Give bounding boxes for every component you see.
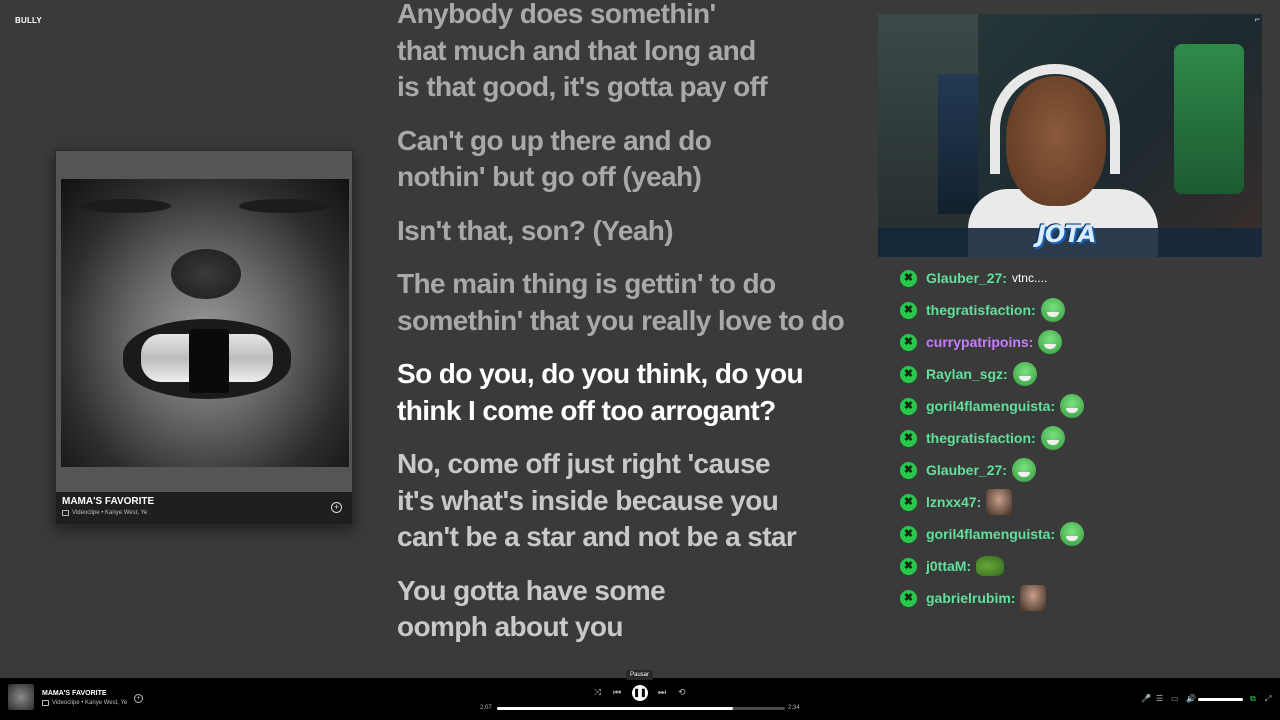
chat-username[interactable]: gabrielrubim: [926,590,1015,606]
chat-username[interactable]: goril4flamenguista: [926,398,1055,414]
subscriber-badge-icon: ✖ [900,269,917,287]
chat-message: ✖ gabrielrubim: [900,582,1270,614]
lyrics-mic-icon[interactable]: 🎤 [1141,694,1151,703]
chat-username[interactable]: Raylan_sgz: [926,366,1008,382]
chat-panel: ✖ Glauber_27: vtnc.... ✖ thegratisfaction: ✖ c… [900,262,1270,614]
chat-username[interactable]: Glauber_27: [926,462,1007,478]
lyric-line[interactable]: You gotta have some oomph about you [397,573,877,646]
emote-face-icon [1020,585,1047,611]
subscriber-badge-icon: ✖ [900,525,917,543]
progress-bar[interactable] [497,707,785,710]
subscriber-badge-icon: ✖ [900,365,917,383]
miniplayer-icon[interactable]: ⧉ [1250,694,1256,704]
subscriber-badge-icon: ✖ [900,429,917,447]
chat-message: ✖ thegratisfaction: [900,294,1270,326]
shuffle-icon[interactable]: ⤨ [594,687,601,698]
chat-message: ✖ lznxx47: [900,486,1270,518]
album-art-eye-right [239,199,329,213]
headphones-icon [990,64,1120,174]
emote-frog-icon [976,556,1005,576]
subscriber-badge-icon: ✖ [900,557,917,575]
now-playing-artists[interactable]: Videoclipe • Kanye West, Ye [52,700,127,706]
chat-message: ✖ thegratisfaction: [900,422,1270,454]
previous-icon[interactable]: ⏮ [613,687,621,698]
subscriber-badge-icon: ✖ [900,461,917,479]
next-icon[interactable]: ⏭ [658,687,666,698]
webcam-shelf [938,74,978,214]
chat-username[interactable]: goril4flamenguista: [926,526,1055,542]
player-bar: MAMA'S FAVORITE Videoclipe • Kanye West,… [0,670,1280,720]
lyric-line[interactable]: No, come off just right 'cause it's what… [397,446,877,556]
emote-green-icon [1012,362,1037,386]
subscriber-badge-icon: ✖ [900,301,917,319]
album-cover [61,179,349,467]
album-artists: Videoclipe • Kanye West, Ye [72,510,148,516]
emote-green-icon [1040,298,1065,322]
album-card[interactable]: MAMA'S FAVORITE Videoclipe • Kanye West,… [55,150,353,525]
subscriber-badge-icon: ✖ [900,493,917,511]
subscriber-badge-icon: ✖ [900,589,917,607]
album-art-nose [171,249,241,299]
chat-text: vtnc.... [1011,271,1048,285]
top-title: BULLY [15,16,42,25]
chat-message: ✖ goril4flamenguista: [900,390,1270,422]
webcam-overlay: JOTA ⌐ [878,14,1262,257]
add-to-library-button[interactable]: + [134,694,143,703]
album-info: MAMA'S FAVORITE Videoclipe • Kanye West,… [56,492,352,524]
emote-green-icon [1060,394,1085,418]
chat-message: ✖ Glauber_27: vtnc.... [900,262,1270,294]
chat-message: ✖ j0ttaM: [900,550,1270,582]
play-pause-tooltip: Pausar [626,670,654,680]
album-art-teeth-gap [189,329,229,393]
progress-fill [497,707,734,710]
lyric-line[interactable]: Isn't that, son? (Yeah) [397,213,877,250]
webcam-corner-icon: ⌐ [1254,14,1260,24]
chat-username[interactable]: thegratisfaction: [926,430,1036,446]
emote-green-icon [1060,522,1085,546]
lyric-line[interactable]: The main thing is gettin' to do somethin… [397,266,877,339]
lyric-line[interactable]: So do you, do you think, do you think I … [397,356,877,429]
lyrics-list: Anybody does somethin' that much and tha… [397,0,877,663]
video-icon [62,510,69,516]
album-subtitle: Videoclipe • Kanye West, Ye [62,510,346,516]
total-duration: 2:34 [788,705,800,711]
album-art-eye-left [81,199,171,213]
webcam-jersey [1174,44,1244,194]
chat-message: ✖ currypatripoins: [900,326,1270,358]
lyric-line[interactable]: Anybody does somethin' that much and tha… [397,0,877,106]
volume-icon[interactable]: 🔊 [1186,694,1196,703]
emote-green-icon [1038,330,1063,354]
chat-username[interactable]: thegratisfaction: [926,302,1036,318]
lyrics-view: BULLY MAMA'S FAVORITE Videoclipe • Kanye… [0,0,1280,678]
video-icon [42,700,49,706]
chat-username[interactable]: currypatripoins: [926,334,1033,350]
chat-message: ✖ goril4flamenguista: [900,518,1270,550]
chat-username[interactable]: lznxx47: [926,494,981,510]
chat-message: ✖ Glauber_27: [900,454,1270,486]
now-playing-title[interactable]: MAMA'S FAVORITE [42,690,107,697]
lyric-line[interactable]: Can't go up there and do nothin' but go … [397,123,877,196]
emote-green-icon [1011,458,1036,482]
emote-green-icon [1040,426,1065,450]
repeat-icon[interactable]: ⟲ [678,687,686,698]
elapsed-time: 2:07 [480,705,492,711]
now-playing-thumbnail[interactable] [8,684,34,710]
add-to-library-button[interactable]: + [331,502,342,513]
chat-message: ✖ Raylan_sgz: [900,358,1270,390]
chat-username[interactable]: j0ttaM: [926,558,971,574]
connect-device-icon[interactable]: ▭ [1171,694,1179,703]
volume-slider[interactable] [1198,698,1243,701]
chat-username[interactable]: Glauber_27: [926,270,1007,286]
now-playing-subtitle: Videoclipe • Kanye West, Ye [42,700,127,706]
pause-button[interactable]: ❚❚ [632,685,648,701]
fullscreen-icon[interactable]: ⤢ [1265,694,1271,704]
subscriber-badge-icon: ✖ [900,333,917,351]
album-song-title: MAMA'S FAVORITE [62,496,155,507]
queue-icon[interactable]: ☰ [1156,694,1163,703]
emote-face-icon [986,489,1013,515]
streamer-logo: JOTA [1037,220,1096,248]
subscriber-badge-icon: ✖ [900,397,917,415]
